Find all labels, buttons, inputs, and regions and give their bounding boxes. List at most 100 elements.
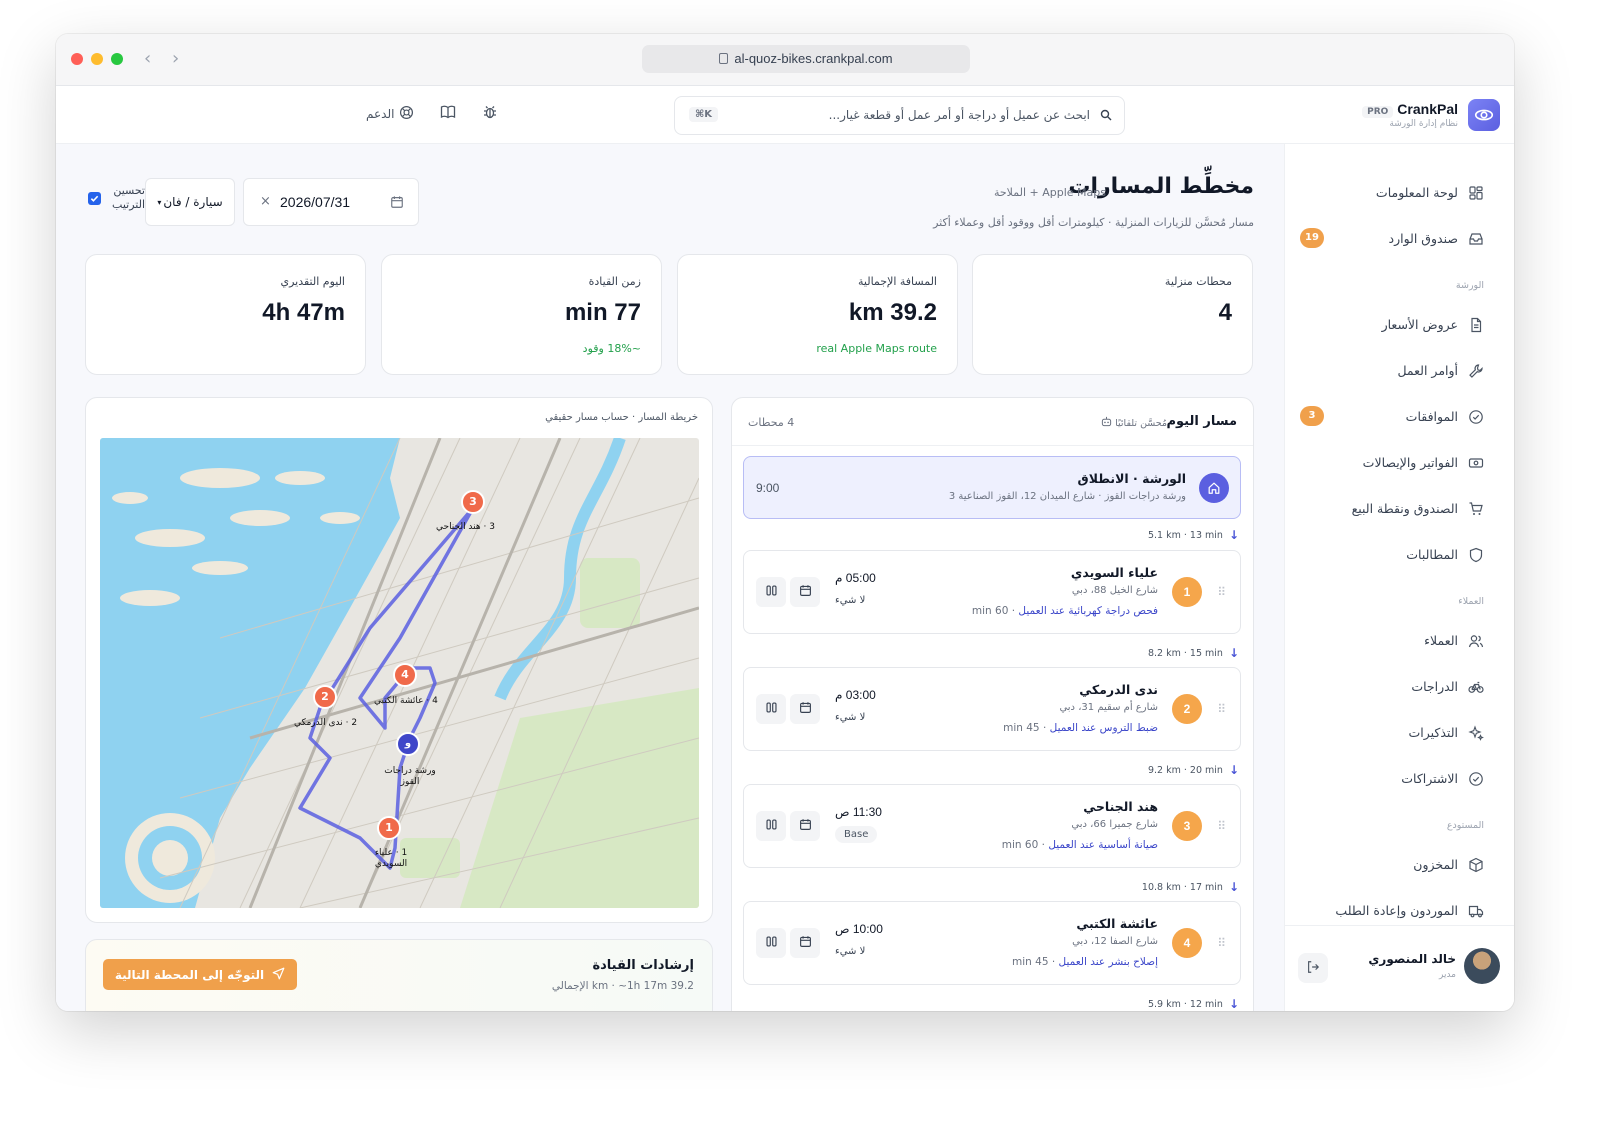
address-bar[interactable]: al-quoz-bikes.crankpal.com	[642, 45, 970, 73]
slot-time: 11:30 ص	[835, 805, 882, 819]
shield-icon	[1468, 547, 1484, 563]
close-window-button[interactable]	[71, 53, 83, 65]
arrow-down-icon: ↓	[1228, 997, 1239, 1011]
logout-button[interactable]	[1298, 953, 1328, 983]
schedule-button[interactable]	[790, 928, 820, 958]
route-stop-2[interactable]: ⠿ 2 ندى الدرمكي شارع أم سقيم 31، دبي ضبط…	[743, 667, 1241, 751]
date-picker[interactable]: × 2026/07/31	[243, 178, 419, 226]
support-button[interactable]: الدعم	[366, 105, 414, 123]
stat-value: km 39.2	[848, 299, 937, 326]
sidebar-item-dashboard[interactable]: لوحة المعلومات	[1284, 176, 1514, 210]
reorder-button[interactable]	[756, 811, 786, 841]
sidebar-item-label: الفواتير والإيصالات	[1362, 455, 1458, 470]
customer-name: علياء السويدي	[1070, 565, 1158, 580]
sidebar-item-reminders[interactable]: التذكيرات	[1284, 716, 1514, 750]
minimize-window-button[interactable]	[91, 53, 103, 65]
schedule-button[interactable]	[790, 694, 820, 724]
back-arrow-icon[interactable]: ‹	[144, 48, 151, 69]
sidebar-item-approvals[interactable]: الموافقات 3	[1284, 400, 1514, 434]
user-profile[interactable]: خالد المنصوري مدير	[1284, 925, 1514, 1011]
sidebar-section-workshop: الورشة	[1455, 280, 1484, 291]
map-marker-2[interactable]: 2	[313, 685, 337, 709]
sidebar-item-invoices[interactable]: الفواتير والإيصالات	[1284, 446, 1514, 480]
stop-number-badge: 4	[1172, 928, 1202, 958]
job-title[interactable]: صيانة أساسية عند العميل	[1048, 839, 1158, 851]
sidebar-item-claims[interactable]: المطالبات	[1284, 538, 1514, 572]
sidebar-item-label: المطالبات	[1406, 547, 1458, 562]
sidebar-item-suppliers[interactable]: الموردون وإعادة الطلب	[1284, 894, 1514, 928]
route-map-card: خريطة المسار · حساب مسار حقيقي 3 3 · هند…	[85, 397, 713, 923]
sidebar-item-customers[interactable]: العملاء	[1284, 624, 1514, 658]
customer-address: شارع جميرا 66، دبي	[1071, 819, 1158, 830]
map-marker-1[interactable]: 1	[377, 816, 401, 840]
job-duration: · 60 min	[1001, 839, 1049, 851]
segment-text: 5.9 km · 12 min	[1147, 998, 1223, 1010]
truck-icon	[1468, 903, 1484, 919]
robot-icon	[1101, 416, 1112, 430]
job-title[interactable]: ضبط التروس عند العميل	[1050, 722, 1158, 734]
arrow-down-icon: ↓	[1228, 763, 1239, 777]
sidebar-item-label: الاشتراكات	[1401, 771, 1458, 786]
search-input[interactable]: ⌘K ابحث عن عميل أو دراجة أو أمر عمل أو ق…	[674, 96, 1125, 135]
optimize-checkbox[interactable]	[88, 191, 101, 205]
forward-arrow-icon[interactable]: ›	[172, 48, 179, 69]
maximize-window-button[interactable]	[111, 53, 123, 65]
reorder-button[interactable]	[756, 928, 786, 958]
brand[interactable]: PRO CrankPal نظام إدارة الورشة	[1362, 98, 1500, 132]
bug-icon[interactable]	[482, 104, 498, 123]
approvals-count-badge: 3	[1300, 406, 1324, 426]
route-stop-4[interactable]: ⠿ 4 عائشة الكتبي شارع الصفا 12، دبي إصلا…	[743, 901, 1241, 985]
route-stop-3[interactable]: ⠿ 3 هند الجناحي شارع جميرا 66، دبي صيانة…	[743, 784, 1241, 868]
slot-time: 05:00 م	[835, 571, 876, 585]
sidebar-item-label: الموردون وإعادة الطلب	[1335, 903, 1458, 918]
job-title[interactable]: فحص دراجة كهربائية عند العميل	[1018, 605, 1158, 617]
user-role: مدير	[1438, 970, 1456, 980]
drag-handle-icon[interactable]: ⠿	[1217, 936, 1226, 950]
drag-handle-icon[interactable]: ⠿	[1217, 819, 1226, 833]
route-start-item[interactable]: الورشة · الانطلاق ورشة دراجات القوز · شا…	[743, 456, 1241, 519]
sidebar-item-pos[interactable]: الصندوق ونقطة البيع	[1284, 492, 1514, 526]
sidebar-item-bikes[interactable]: الدراجات	[1284, 670, 1514, 704]
map-marker-4[interactable]: 4	[393, 663, 417, 687]
stat-value: 4h 47m	[262, 299, 345, 326]
drag-handle-icon[interactable]: ⠿	[1217, 702, 1226, 716]
check-circle-icon	[1468, 409, 1484, 425]
inbox-count-badge: 19	[1300, 228, 1324, 248]
segment-text: 10.8 km · 17 min	[1141, 881, 1223, 893]
stat-card-home-stops: محطات منزلية 4	[972, 254, 1253, 375]
reorder-button[interactable]	[756, 577, 786, 607]
sidebar-section-customers: العملاء	[1458, 596, 1484, 607]
sidebar-item-quotes[interactable]: عروض الأسعار	[1284, 308, 1514, 342]
job-duration: · 45 min	[1011, 956, 1059, 968]
job-line: ضبط التروس عند العميل · 45 min	[1003, 722, 1158, 734]
sidebar-item-inventory[interactable]: المخزون	[1284, 848, 1514, 882]
receipt-icon	[1468, 455, 1484, 471]
drag-handle-icon[interactable]: ⠿	[1217, 585, 1226, 599]
navigate-next-label: التوجّه إلى المحطة التالية	[114, 967, 265, 982]
job-title[interactable]: إصلاح بنشر عند العميل	[1059, 956, 1158, 968]
map-marker-workshop[interactable]: و	[396, 732, 420, 756]
slot-note: لا شيء	[835, 712, 866, 723]
route-stop-count: 4 محطات	[748, 416, 795, 429]
users-icon	[1468, 633, 1484, 649]
clear-date-icon[interactable]: ×	[260, 194, 271, 209]
calendar-icon	[799, 935, 812, 951]
navigate-next-stop-button[interactable]: التوجّه إلى المحطة التالية	[103, 959, 297, 990]
sidebar-item-subscriptions[interactable]: الاشتراكات	[1284, 762, 1514, 796]
customer-name: ندى الدرمكي	[1079, 682, 1158, 697]
vehicle-select[interactable]: سيارة / فان ▾	[145, 178, 235, 226]
map-marker-3[interactable]: 3	[461, 490, 485, 514]
map-marker-label: 2 · ندى الدرمكي	[294, 718, 358, 728]
sidebar-item-inbox[interactable]: صندوق الوارد 19	[1284, 222, 1514, 256]
route-map[interactable]: 3 3 · هند الجناحي 2 2 · ندى الدرمكي 4 4 …	[100, 438, 699, 908]
optimize-label: تحسين الترتيب	[112, 184, 145, 211]
date-value: 2026/07/31	[280, 194, 351, 210]
stat-note: ~18% وقود	[582, 342, 641, 355]
schedule-button[interactable]	[790, 577, 820, 607]
optimize-order-toggle[interactable]: تحسين الترتيب	[88, 184, 145, 212]
reorder-button[interactable]	[756, 694, 786, 724]
book-icon[interactable]	[440, 104, 456, 123]
sidebar-item-work-orders[interactable]: أوامر العمل	[1284, 354, 1514, 388]
route-stop-1[interactable]: ⠿ 1 علياء السويدي شارع الخيل 88، دبي فحص…	[743, 550, 1241, 634]
schedule-button[interactable]	[790, 811, 820, 841]
